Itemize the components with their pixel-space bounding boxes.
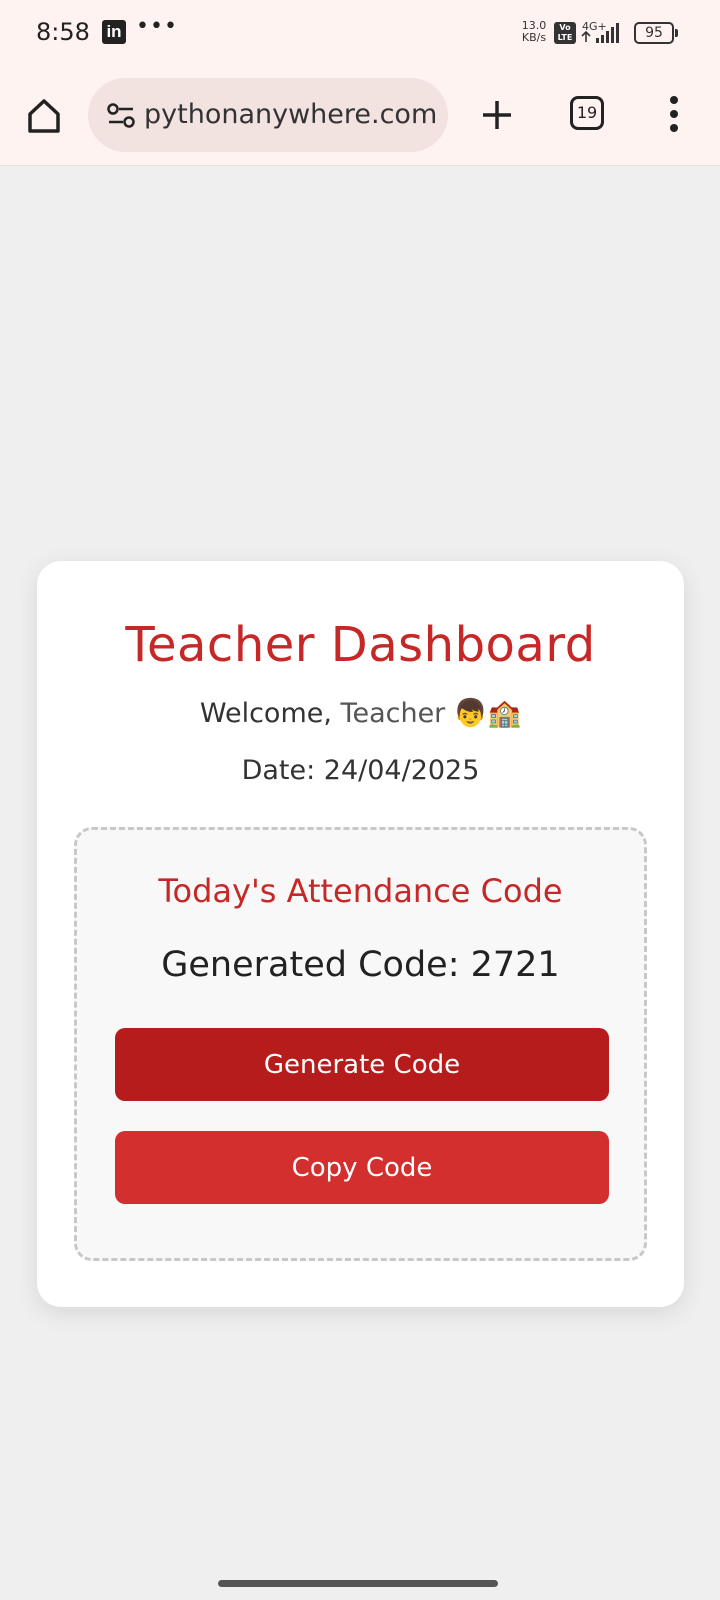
generate-code-button[interactable]: Generate Code: [115, 1028, 609, 1101]
browser-toolbar: pythonanywhere.com 19: [0, 66, 720, 166]
date-value: 24/04/2025: [323, 755, 480, 786]
date-label: Date:: [241, 755, 316, 786]
school-emoji: 🏫: [487, 698, 522, 729]
attendance-code-box: Today's Attendance Code Generated Code: …: [74, 827, 647, 1261]
battery-level: 95: [634, 22, 674, 44]
generated-code-label: Generated Code:: [161, 945, 460, 985]
page-title: Teacher Dashboard: [125, 617, 596, 673]
signal-icon: 4G+: [581, 20, 619, 43]
welcome-message: Welcome, Teacher 👦🏫: [37, 697, 684, 729]
generated-code-value: 2721: [470, 945, 560, 985]
site-info-icon[interactable]: [106, 102, 136, 130]
more-notifications-icon: •••: [136, 14, 178, 39]
welcome-name: Teacher: [340, 698, 446, 729]
man-face-emoji: 👦: [453, 698, 488, 729]
address-bar[interactable]: pythonanywhere.com: [88, 78, 448, 152]
linkedin-icon: in: [102, 20, 126, 44]
welcome-prefix: Welcome,: [199, 698, 332, 729]
url-text[interactable]: pythonanywhere.com: [144, 78, 444, 152]
generated-code-line: Generated Code: 2721: [77, 945, 644, 985]
menu-icon[interactable]: [664, 94, 684, 138]
date-line: Date: 24/04/2025: [37, 755, 684, 786]
home-icon[interactable]: [24, 96, 64, 136]
status-bar: 8:58 in ••• 13.0 KB/s Vo LTE 4G+ 95: [0, 0, 720, 66]
gesture-home-indicator[interactable]: [218, 1580, 498, 1587]
new-tab-icon[interactable]: [476, 94, 518, 136]
network-speed-unit: KB/s: [521, 31, 547, 44]
status-time: 8:58: [36, 18, 90, 46]
network-type-label: 4G+: [582, 20, 607, 33]
dashboard-card: Teacher Dashboard Welcome, Teacher 👦🏫 Da…: [37, 561, 684, 1307]
copy-code-button[interactable]: Copy Code: [115, 1131, 609, 1204]
volte-icon: Vo LTE: [554, 22, 576, 44]
battery-icon: 95: [634, 22, 678, 44]
network-speed: 13.0 KB/s: [516, 20, 552, 44]
tabs-icon[interactable]: 19: [570, 96, 604, 130]
attendance-code-heading: Today's Attendance Code: [158, 872, 563, 910]
